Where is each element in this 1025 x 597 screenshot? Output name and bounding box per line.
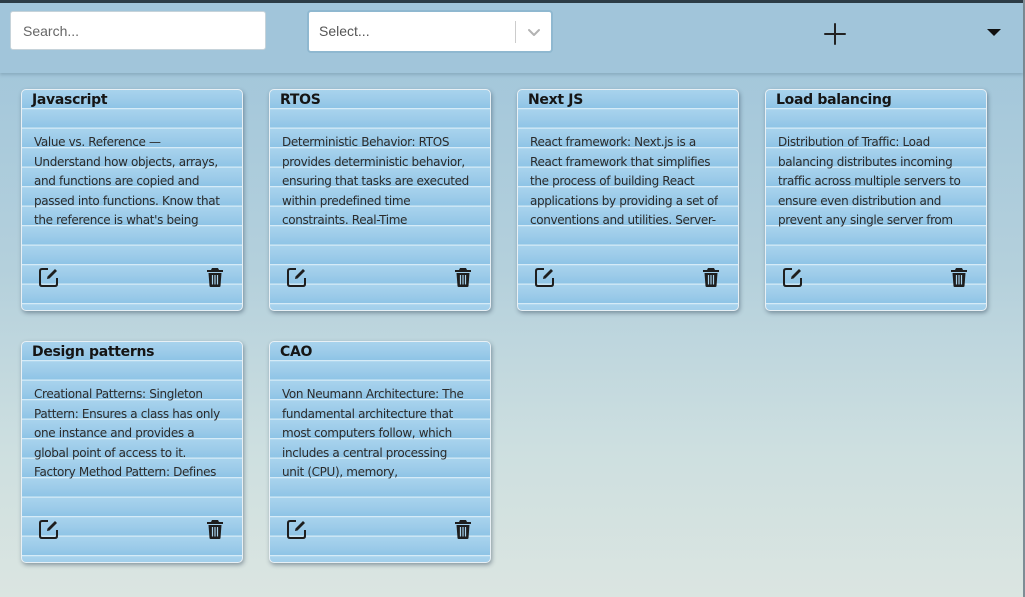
edit-button[interactable] [286,518,308,540]
trash-icon [204,518,226,540]
note-title: Design patterns [32,344,155,360]
caret-down-icon [982,21,1006,45]
trash-icon [948,266,970,288]
search-input[interactable] [10,11,266,50]
select-placeholder: Select... [319,23,370,39]
category-select[interactable]: Select... [307,10,553,53]
note-body: Creational Patterns: Singleton Pattern: … [34,387,220,479]
edit-icon [534,266,556,288]
note-card[interactable]: Javascript Value vs. Reference — Underst… [21,89,243,311]
trash-icon [204,266,226,288]
edit-button[interactable] [782,266,804,288]
note-body: Distribution of Traffic: Load balancing … [778,135,961,227]
note-body: Value vs. Reference — Understand how obj… [34,135,220,227]
note-card[interactable]: Design patterns Creational Patterns: Sin… [21,341,243,563]
edit-icon [286,266,308,288]
edit-icon [38,266,60,288]
edit-button[interactable] [38,266,60,288]
delete-button[interactable] [452,266,474,288]
note-title: Next JS [528,92,584,108]
note-title: Javascript [32,92,108,108]
edit-icon [286,518,308,540]
delete-button[interactable] [204,518,226,540]
note-title: RTOS [280,92,321,108]
trash-icon [452,518,474,540]
note-title: Load balancing [776,92,892,108]
note-card[interactable]: Next JS React framework: Next.js is a Re… [517,89,739,311]
delete-button[interactable] [700,266,722,288]
edit-button[interactable] [286,266,308,288]
trash-icon [452,266,474,288]
edit-icon [38,518,60,540]
note-title: CAO [280,344,313,360]
dropdown-menu-button[interactable] [982,21,1006,45]
note-body: Von Neumann Architecture: The fundamenta… [282,387,464,479]
note-body: React framework: Next.js is a React fram… [530,135,718,227]
delete-button[interactable] [204,266,226,288]
toolbar: Select... [0,3,1023,73]
note-card[interactable]: Load balancing Distribution of Traffic: … [765,89,987,311]
note-card[interactable]: RTOS Deterministic Behavior: RTOS provid… [269,89,491,311]
trash-icon [700,266,722,288]
select-divider [515,21,516,43]
edit-button[interactable] [534,266,556,288]
note-body: Deterministic Behavior: RTOS provides de… [282,135,469,227]
plus-icon [820,19,850,49]
chevron-down-icon[interactable] [523,21,545,43]
add-note-button[interactable] [820,19,850,49]
note-card[interactable]: CAO Von Neumann Architecture: The fundam… [269,341,491,563]
delete-button[interactable] [452,518,474,540]
delete-button[interactable] [948,266,970,288]
edit-icon [782,266,804,288]
edit-button[interactable] [38,518,60,540]
